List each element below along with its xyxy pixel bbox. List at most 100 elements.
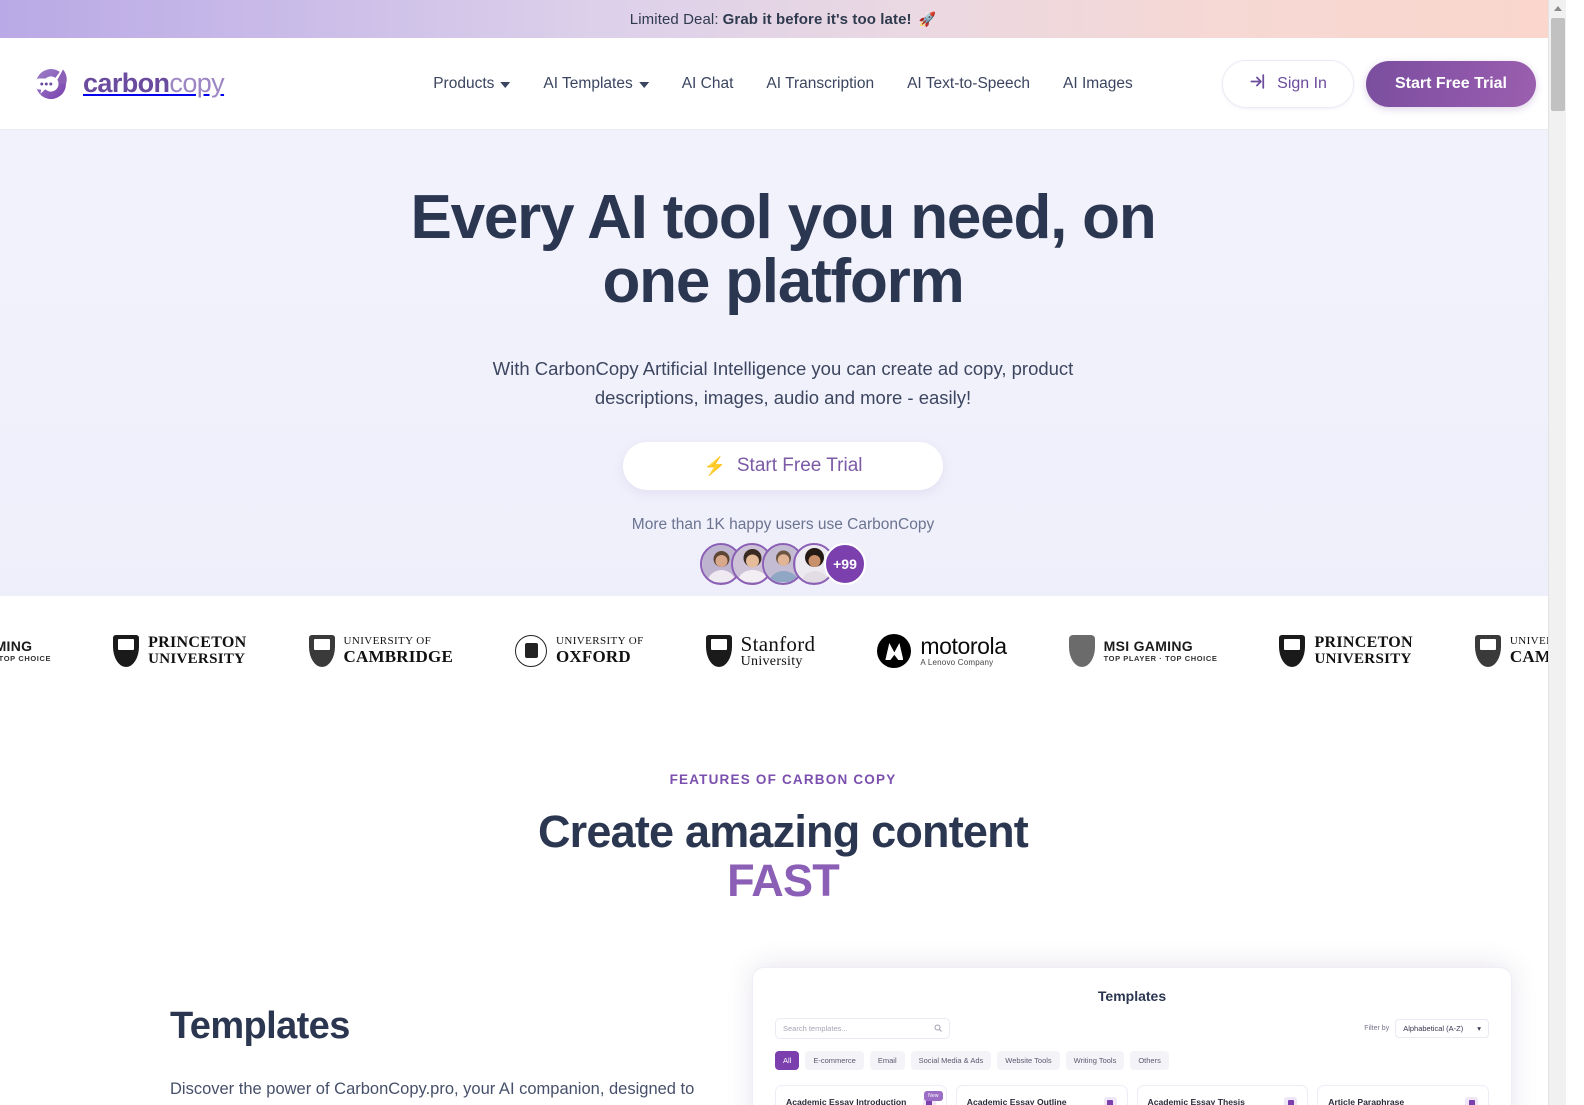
search-input[interactable]: Search templates... (775, 1018, 950, 1039)
category-pill-others[interactable]: Others (1130, 1051, 1169, 1070)
logo-text: UNIVERSITY OF OXFORD (556, 636, 644, 665)
page-viewport: Limited Deal: Grab it before it's too la… (0, 0, 1566, 1105)
nav-item-products[interactable]: Products (433, 74, 511, 93)
template-card-header: Academic Essay Introduction New (786, 1091, 943, 1105)
chevron-down-icon: ▾ (1477, 1024, 1481, 1033)
logo-princeton-university: PRINCETON UNIVERSITY (113, 633, 247, 668)
document-icon: New (922, 1091, 943, 1105)
filter-control: Filter by Alphabetical (A-Z) ▾ (1364, 1019, 1489, 1038)
logo-line1: Stanford (740, 631, 816, 656)
template-card[interactable]: Academic Essay Thesis Create clear and i… (1136, 1085, 1309, 1105)
features-eyebrow: FEATURES OF CARBON COPY (669, 772, 897, 787)
start-free-trial-button[interactable]: Start Free Trial (1365, 60, 1536, 107)
category-pill-social-media-ads[interactable]: Social Media & Ads (910, 1051, 992, 1070)
sign-in-button[interactable]: Sign In (1222, 59, 1354, 108)
template-card-title: Academic Essay Introduction (786, 1097, 907, 1105)
msi-shield-icon (1068, 634, 1095, 667)
logo-msi-gaming-partial: GAMING YER · TOP CHOICE (0, 635, 51, 667)
features-heading-accent: FAST (727, 855, 840, 906)
nav-label: AI Templates (543, 74, 633, 92)
category-pill-all[interactable]: All (775, 1051, 800, 1070)
logo-line1: MSI GAMING (1103, 638, 1193, 655)
header-actions: Sign In Start Free Trial (1222, 59, 1536, 108)
nav-item-ai-text-to-speech[interactable]: AI Text-to-Speech (907, 75, 1030, 93)
template-card-title: Academic Essay Outline (966, 1097, 1067, 1105)
chevron-down-icon (500, 81, 511, 88)
logo-princeton-university: PRINCETON UNIVERSITY (1279, 633, 1413, 668)
chevron-down-icon (638, 81, 649, 88)
logo-text: Stanford University (741, 633, 816, 670)
template-card-title: Article Paraphrase (1328, 1097, 1405, 1105)
hero-title-line2: one platform (602, 247, 964, 317)
app-preview-title: Templates (1097, 988, 1167, 1004)
template-card[interactable]: Academic Essay Outline Need help with sc… (955, 1085, 1128, 1105)
template-card[interactable]: Article Paraphrase Rely on our A.I. to r… (1317, 1085, 1489, 1105)
logo-university-of-cambridge: UNIVERSITY OF CAMBRIDGE (308, 634, 453, 667)
features-heading-main: Create amazing content (537, 806, 1029, 857)
logo-line2: YER · TOP CHOICE (0, 654, 52, 664)
filter-label: Filter by (1364, 1025, 1390, 1032)
logo-line2: OXFORD (556, 646, 631, 666)
rocket-icon: 🚀 (918, 10, 937, 27)
sign-in-label: Sign In (1277, 74, 1327, 92)
logo-text-light: copy (169, 68, 225, 98)
cambridge-shield-icon (1474, 634, 1501, 667)
template-card[interactable]: Academic Essay Introduction New Write aw… (775, 1085, 947, 1105)
stanford-tree-icon (705, 634, 732, 667)
announcement-lead: Limited Deal: (629, 10, 719, 28)
templates-copy: Templates Discover the power of CarbonCo… (170, 967, 700, 1105)
search-input-placeholder: Search templates... (783, 1024, 848, 1033)
scroll-up-button[interactable] (1549, 0, 1566, 17)
category-pill-website-tools[interactable]: Website Tools (997, 1051, 1060, 1070)
main-nav: Products AI Templates AI Chat AI Transcr… (433, 75, 1133, 93)
logo-text: PRINCETON UNIVERSITY (148, 633, 247, 668)
logo-text: UNIVERSITY OF CAMBRIDGE (344, 636, 453, 665)
logo-line1: PRINCETON (148, 633, 247, 651)
princeton-shield-icon (113, 634, 140, 667)
category-pill-ecommerce[interactable]: E-commerce (805, 1051, 864, 1070)
hero-title-line1: Every AI tool you need, on (410, 183, 1156, 252)
princeton-shield-icon (1279, 634, 1306, 667)
nav-item-ai-chat[interactable]: AI Chat (682, 75, 734, 93)
nav-item-ai-templates[interactable]: AI Templates (543, 74, 649, 93)
logo-line1: PRINCETON (1314, 633, 1413, 651)
logo-stanford-university: Stanford University (705, 633, 816, 670)
template-card-header: Article Paraphrase (1328, 1097, 1478, 1105)
nav-item-ai-images[interactable]: AI Images (1063, 75, 1133, 93)
avatar-overflow-badge: +99 (824, 543, 866, 586)
logo-text: motorola A Lenovo Company (920, 633, 1007, 668)
logo-line1: GAMING (0, 638, 33, 655)
filter-select-value: Alphabetical (A-Z) (1403, 1024, 1464, 1033)
category-filter-pills: All E-commerce Email Social Media & Ads … (775, 1051, 1489, 1070)
logo-line2: CAMBRIDGE (343, 646, 453, 666)
logo-text-bold: carbon (83, 68, 170, 98)
logo-track: GAMING YER · TOP CHOICE PRINCETON UNIVER… (0, 633, 1566, 670)
features-section: FEATURES OF CARBON COPY Create amazing c… (0, 706, 1566, 1105)
logo[interactable]: carboncopy (30, 63, 225, 105)
magnifier-icon (934, 1024, 942, 1034)
announcement-strong: Grab it before it's too late! (722, 10, 912, 28)
logo-line2: TOP PLAYER · TOP CHOICE (1103, 654, 1218, 664)
social-proof-text: More than 1K happy users use CarbonCopy (631, 516, 935, 534)
announcement-bar[interactable]: Limited Deal: Grab it before it's too la… (0, 0, 1566, 38)
templates-title: Templates (170, 1005, 350, 1047)
logo-motorola: motorola A Lenovo Company (877, 633, 1007, 668)
templates-split: Templates Discover the power of CarbonCo… (0, 967, 1566, 1105)
scrollbar-thumb[interactable] (1551, 18, 1565, 111)
document-icon (1103, 1097, 1117, 1105)
hero-section: Every AI tool you need, on one platform … (0, 130, 1566, 596)
chat-bubble-c-logo-icon (30, 63, 72, 105)
nav-item-ai-transcription[interactable]: AI Transcription (766, 75, 874, 93)
features-heading: Create amazing content FAST (0, 809, 1566, 903)
filter-select[interactable]: Alphabetical (A-Z) ▾ (1395, 1019, 1489, 1038)
page-scrollbar[interactable] (1548, 0, 1566, 1105)
lightning-bolt-icon: ⚡ (703, 455, 726, 476)
logo-line2: A Lenovo Company (920, 658, 994, 668)
template-card-header: Academic Essay Outline (967, 1097, 1117, 1105)
template-card-header: Academic Essay Thesis (1148, 1097, 1298, 1105)
category-pill-email[interactable]: Email (869, 1051, 905, 1070)
category-pill-writing-tools[interactable]: Writing Tools (1065, 1051, 1125, 1070)
app-preview-toolbar: Search templates... Filter by Alphabetic… (775, 1018, 1489, 1039)
nav-label: Products (433, 74, 495, 92)
hero-start-free-trial-button[interactable]: ⚡ Start Free Trial (623, 442, 943, 491)
